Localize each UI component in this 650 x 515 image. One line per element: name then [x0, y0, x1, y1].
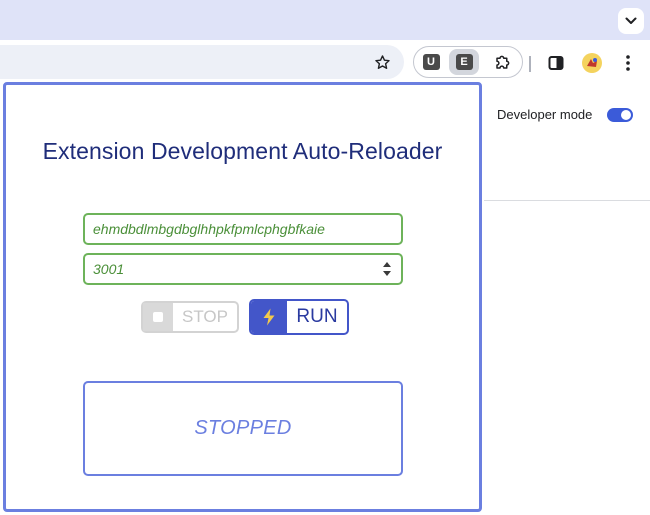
- toolbar-separator: [529, 56, 531, 72]
- stop-button[interactable]: STOP: [141, 301, 239, 333]
- developer-mode-control: Developer mode: [497, 107, 634, 122]
- stepper-down-icon[interactable]: [383, 271, 391, 276]
- extension-id-field[interactable]: [83, 213, 403, 245]
- profile-avatar[interactable]: [580, 51, 604, 75]
- extension-u-button[interactable]: U: [418, 51, 444, 73]
- browser-toolbar: U E: [0, 40, 650, 86]
- chevron-down-icon: [625, 17, 637, 24]
- extension-popup: Extension Development Auto-Reloader STOP…: [3, 82, 482, 512]
- toggle-knob: [621, 109, 632, 120]
- popup-title: Extension Development Auto-Reloader: [42, 138, 443, 164]
- developer-mode-label: Developer mode: [497, 107, 593, 122]
- tab-search-button[interactable]: [618, 8, 644, 34]
- extension-e-icon: E: [455, 54, 473, 70]
- extension-u-icon: U: [422, 54, 440, 70]
- port-stepper[interactable]: [383, 262, 391, 276]
- extension-e-button[interactable]: E: [449, 49, 479, 75]
- status-panel: STOPPED: [83, 381, 403, 476]
- browser-menu-button[interactable]: [616, 51, 640, 75]
- run-button[interactable]: RUN: [249, 299, 349, 335]
- status-text: STOPPED: [194, 417, 292, 439]
- puzzle-icon: [496, 55, 510, 69]
- port-input[interactable]: [85, 255, 401, 283]
- address-bar[interactable]: [0, 45, 404, 79]
- developer-mode-toggle[interactable]: [607, 107, 634, 122]
- port-field[interactable]: [83, 253, 403, 285]
- side-panel-icon: [548, 56, 564, 70]
- bookmark-star-button[interactable]: [372, 52, 392, 72]
- browser-title-bar: [0, 0, 650, 40]
- extensions-group: U E: [413, 46, 523, 78]
- extension-id-input[interactable]: [85, 215, 401, 243]
- lightning-icon: [251, 301, 287, 333]
- more-vertical-icon: [626, 55, 630, 71]
- run-label: RUN: [296, 306, 338, 327]
- page-divider: [484, 200, 650, 201]
- stop-icon: [143, 303, 173, 331]
- stop-label: STOP: [182, 307, 228, 326]
- side-panel-button[interactable]: [544, 51, 568, 75]
- extensions-menu-button[interactable]: [490, 51, 516, 73]
- star-icon: [374, 54, 390, 69]
- avatar-icon: [582, 53, 602, 73]
- stepper-up-icon[interactable]: [383, 262, 391, 267]
